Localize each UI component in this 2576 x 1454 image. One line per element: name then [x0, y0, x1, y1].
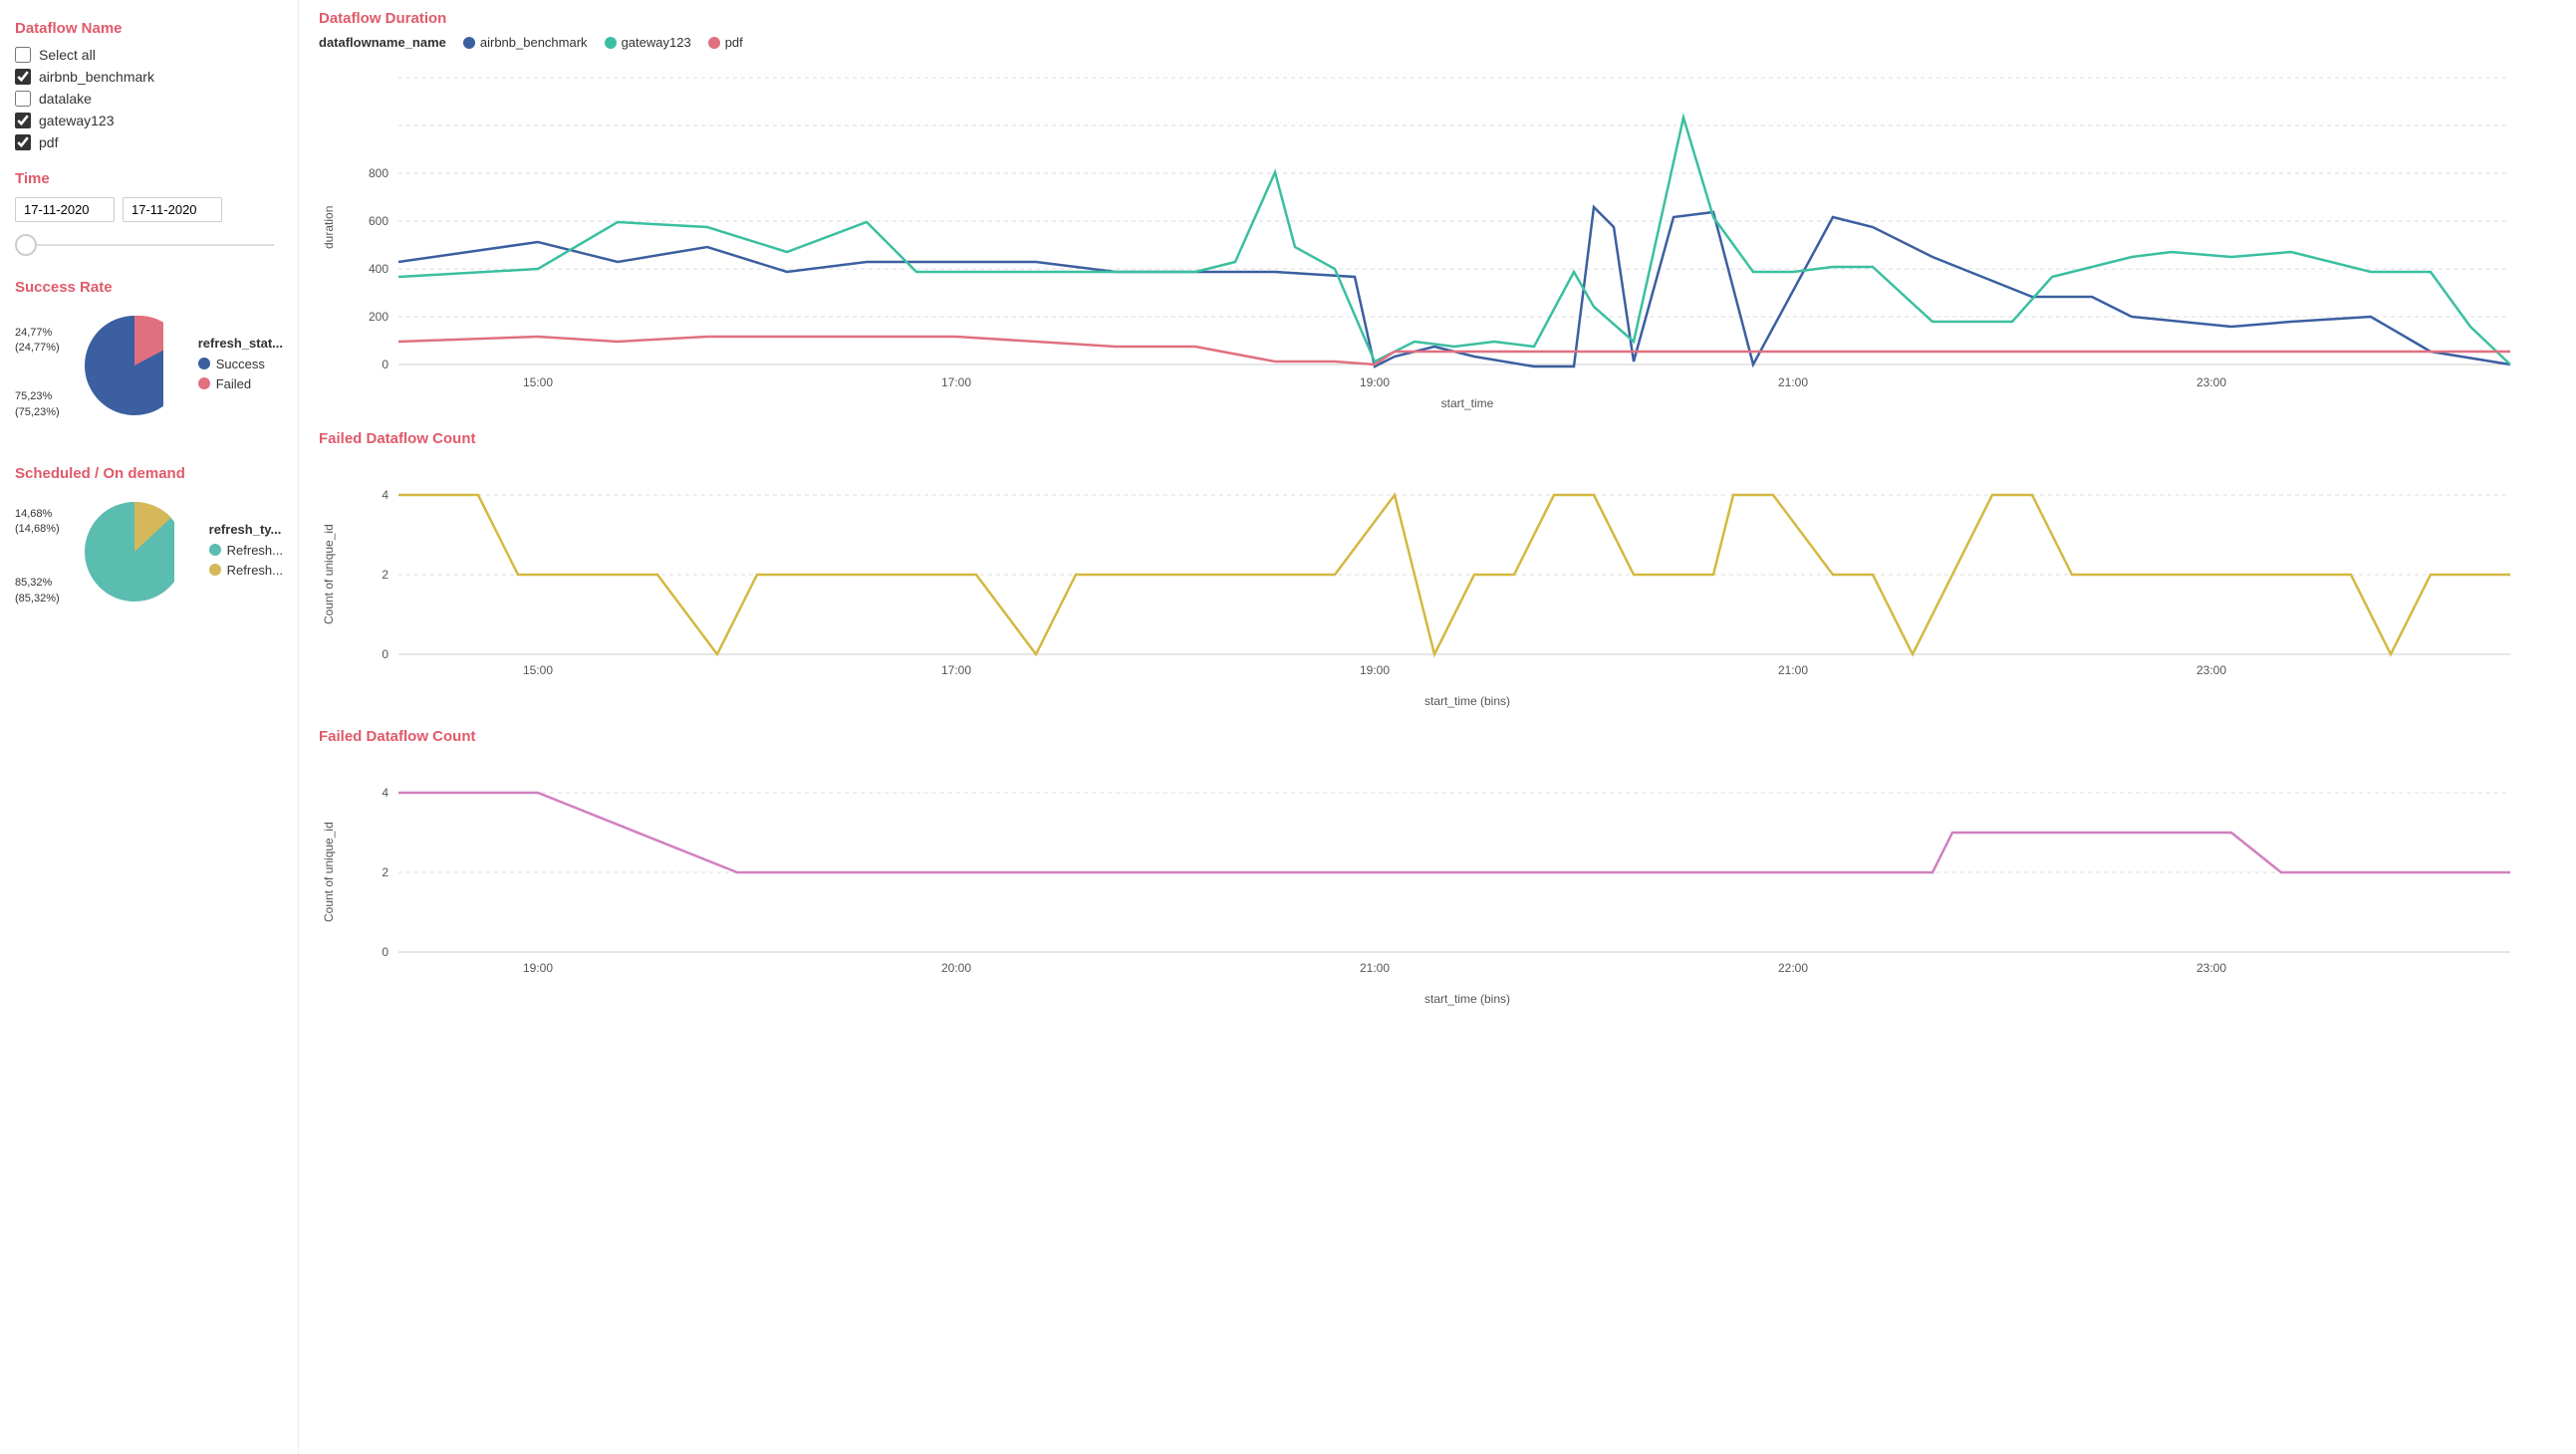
airbnb-label: airbnb_benchmark [39, 69, 154, 85]
select-all-checkbox[interactable] [15, 47, 31, 63]
failed-count1-block: Failed Dataflow Count Count of unique_id… [319, 430, 2556, 708]
time-slider[interactable] [15, 244, 274, 246]
scheduled-legend-title: refresh_ty... [209, 522, 283, 537]
dataflow-name-title: Dataflow Name [15, 20, 283, 37]
svg-text:200: 200 [369, 310, 388, 324]
svg-text:23:00: 23:00 [2196, 375, 2226, 389]
select-all-row[interactable]: Select all [15, 47, 283, 63]
datalake-row[interactable]: datalake [15, 91, 283, 107]
svg-text:4: 4 [382, 488, 388, 502]
duration-x-label: start_time [379, 396, 2556, 410]
scheduled-title: Scheduled / On demand [15, 465, 283, 482]
failed-count2-chart: 0 2 4 19:00 20:00 21:00 22:00 23:00 [339, 753, 2530, 992]
failed2-y-label: Count of unique_id [319, 753, 339, 992]
dataflow-duration-block: Dataflow Duration dataflowname_name airb… [319, 10, 2556, 410]
svg-text:400: 400 [369, 262, 388, 276]
pdf-label: pdf [39, 134, 58, 150]
svg-text:21:00: 21:00 [1360, 961, 1390, 975]
date-to-input[interactable] [123, 197, 222, 222]
svg-text:15:00: 15:00 [523, 663, 553, 677]
failed2-x-label: start_time (bins) [379, 992, 2556, 1006]
airbnb-row[interactable]: airbnb_benchmark [15, 69, 283, 85]
failed-count2-block: Failed Dataflow Count Count of unique_id… [319, 728, 2556, 1006]
svg-text:21:00: 21:00 [1778, 663, 1808, 677]
gateway-checkbox[interactable] [15, 113, 31, 128]
gateway-row[interactable]: gateway123 [15, 113, 283, 128]
airbnb-checkbox[interactable] [15, 69, 31, 85]
success-pct-bottom2: (75,23%) [15, 405, 60, 420]
scheduled-legend-2: Refresh... [209, 563, 283, 578]
svg-text:17:00: 17:00 [941, 375, 971, 389]
svg-text:600: 600 [369, 214, 388, 228]
svg-text:20:00: 20:00 [941, 961, 971, 975]
svg-text:0: 0 [382, 647, 388, 661]
success-legend-title: refresh_stat... [198, 336, 283, 351]
svg-text:21:00: 21:00 [1778, 375, 1808, 389]
svg-text:19:00: 19:00 [1360, 375, 1390, 389]
svg-text:2: 2 [382, 568, 388, 582]
pdf-row[interactable]: pdf [15, 134, 283, 150]
duration-legend-gateway: gateway123 [604, 35, 691, 50]
success-legend-failed: Failed [198, 376, 283, 391]
scheduled-legend-1: Refresh... [209, 543, 283, 558]
dataflow-duration-chart: 0 200 400 600 800 15:00 17:00 19:00 21:0… [339, 58, 2530, 396]
svg-text:4: 4 [382, 786, 388, 800]
select-all-label: Select all [39, 47, 96, 63]
duration-legend-airbnb: airbnb_benchmark [462, 35, 588, 50]
failed-count1-title: Failed Dataflow Count [319, 430, 2556, 447]
failed-count1-chart: 0 2 4 15:00 17:00 19:00 21:00 23:00 [339, 455, 2530, 694]
svg-text:0: 0 [382, 358, 388, 371]
datalake-checkbox[interactable] [15, 91, 31, 107]
duration-y-label: duration [319, 58, 339, 396]
svg-text:800: 800 [369, 166, 388, 180]
success-pct-bottom: 75,23% [15, 389, 60, 404]
datalake-label: datalake [39, 91, 92, 107]
scheduled-pct-bottom2: (85,32%) [15, 592, 60, 606]
svg-text:19:00: 19:00 [1360, 663, 1390, 677]
success-pct-top: 24,77% [15, 326, 60, 341]
scheduled-pct-bottom: 85,32% [15, 576, 60, 591]
success-pct-top2: (24,77%) [15, 341, 60, 356]
svg-text:23:00: 23:00 [2196, 663, 2226, 677]
svg-text:2: 2 [382, 865, 388, 879]
duration-legend-label: dataflowname_name [319, 35, 446, 50]
dataflow-duration-title: Dataflow Duration [319, 10, 2556, 27]
date-from-input[interactable] [15, 197, 115, 222]
scheduled-pct-top2: (14,68%) [15, 522, 60, 537]
success-legend-success: Success [198, 357, 283, 371]
success-rate-title: Success Rate [15, 279, 283, 296]
svg-text:15:00: 15:00 [523, 375, 553, 389]
duration-legend-pdf: pdf [707, 35, 743, 50]
pdf-checkbox[interactable] [15, 134, 31, 150]
success-rate-pie [75, 306, 163, 425]
gateway-label: gateway123 [39, 113, 115, 128]
scheduled-pie [75, 492, 174, 611]
svg-text:22:00: 22:00 [1778, 961, 1808, 975]
scheduled-pct-top: 14,68% [15, 507, 60, 522]
failed1-x-label: start_time (bins) [379, 694, 2556, 708]
time-title: Time [15, 170, 283, 187]
svg-text:23:00: 23:00 [2196, 961, 2226, 975]
svg-text:17:00: 17:00 [941, 663, 971, 677]
svg-text:0: 0 [382, 945, 388, 959]
svg-text:19:00: 19:00 [523, 961, 553, 975]
failed1-y-label: Count of unique_id [319, 455, 339, 694]
failed-count2-title: Failed Dataflow Count [319, 728, 2556, 745]
